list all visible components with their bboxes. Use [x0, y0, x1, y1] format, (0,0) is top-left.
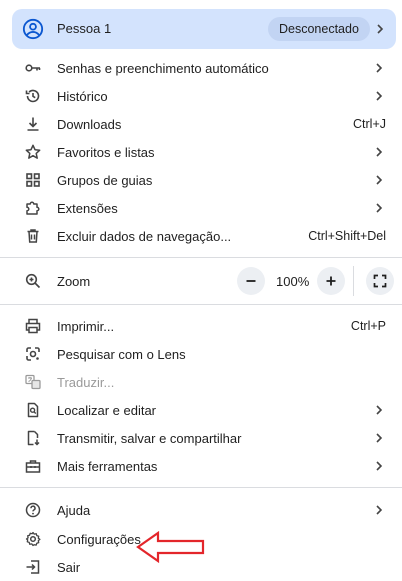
- menu-item-label: Downloads: [57, 117, 122, 132]
- shortcut-label: Ctrl+P: [350, 319, 386, 333]
- profile-name: Pessoa 1: [57, 21, 112, 36]
- account-circle-icon: [22, 18, 44, 40]
- menu-item-label: Localizar e editar: [57, 403, 156, 418]
- lens-icon: [26, 347, 40, 361]
- chevron-right-icon: [377, 24, 384, 34]
- chevron-right-icon: [376, 175, 383, 185]
- divider: [0, 487, 402, 488]
- chevron-right-icon: [376, 405, 383, 415]
- zoom-out-button[interactable]: [237, 267, 265, 295]
- menu-item-label: Mais ferramentas: [57, 459, 158, 474]
- annotation-arrow-icon: [136, 530, 205, 564]
- gear-icon: [25, 531, 41, 547]
- printer-icon: [25, 318, 41, 334]
- chevron-right-icon: [376, 203, 383, 213]
- translate-icon: [25, 374, 41, 390]
- puzzle-piece-icon: [26, 201, 40, 215]
- menu-item-history[interactable]: Histórico: [0, 82, 402, 110]
- menu-item-passwords[interactable]: Senhas e preenchimento automático: [0, 54, 402, 82]
- fullscreen-button[interactable]: [366, 267, 394, 295]
- chevron-right-icon: [376, 147, 383, 157]
- menu-item-clear-browsing-data[interactable]: Excluir dados de navegação... Ctrl+Shift…: [0, 222, 402, 250]
- menu-item-label: Imprimir...: [57, 319, 115, 334]
- menu-item-label: Histórico: [57, 89, 108, 104]
- menu-item-label: Ajuda: [57, 503, 91, 518]
- chevron-right-icon: [376, 505, 383, 515]
- star-icon: [25, 144, 41, 159]
- shortcut-label: Ctrl+J: [353, 117, 386, 131]
- key-icon: [25, 64, 41, 72]
- menu-item-extensions[interactable]: Extensões: [0, 194, 402, 222]
- zoom-icon: [25, 273, 41, 289]
- menu-item-find-and-edit[interactable]: Localizar e editar: [0, 396, 402, 424]
- menu-item-tab-groups[interactable]: Grupos de guias: [0, 166, 402, 194]
- menu-item-google-lens[interactable]: Pesquisar com o Lens: [0, 340, 402, 368]
- find-in-page-icon: [27, 402, 39, 418]
- plus-icon: [326, 276, 336, 286]
- menu-item-label: Grupos de guias: [57, 173, 153, 188]
- menu-item-label: Excluir dados de navegação...: [57, 229, 232, 244]
- divider: [0, 257, 402, 258]
- chevron-right-icon: [376, 91, 383, 101]
- chrome-main-menu: Pessoa 1 Desconectado Senhas e preenchim…: [0, 0, 402, 575]
- zoom-label: Zoom: [57, 274, 91, 289]
- divider: [353, 266, 354, 296]
- menu-item-label: Favoritos e listas: [57, 145, 155, 160]
- menu-item-cast-save-share[interactable]: Transmitir, salvar e compartilhar: [0, 424, 402, 452]
- divider: [0, 304, 402, 305]
- chevron-right-icon: [376, 461, 383, 471]
- chevron-right-icon: [376, 63, 383, 73]
- menu-item-more-tools[interactable]: Mais ferramentas: [0, 452, 402, 480]
- grid-icon: [26, 173, 40, 187]
- file-download-icon: [27, 430, 40, 446]
- menu-item-help[interactable]: Ajuda: [0, 496, 402, 524]
- chevron-right-icon: [376, 433, 383, 443]
- download-icon: [27, 117, 39, 131]
- minus-icon: [246, 280, 256, 282]
- menu-item-label: Traduzir...: [57, 375, 115, 390]
- menu-item-label: Configurações: [57, 532, 141, 547]
- menu-item-downloads[interactable]: Downloads Ctrl+J: [0, 110, 402, 138]
- sync-status-badge[interactable]: Desconectado: [268, 17, 370, 41]
- menu-item-translate: Traduzir...: [0, 368, 402, 396]
- zoom-row: Zoom 100%: [0, 264, 402, 298]
- history-icon: [25, 89, 40, 103]
- menu-item-label: Pesquisar com o Lens: [57, 347, 186, 362]
- trash-icon: [27, 229, 39, 243]
- zoom-value: 100%: [276, 274, 310, 289]
- zoom-in-button[interactable]: [317, 267, 345, 295]
- menu-item-label: Senhas e preenchimento automático: [57, 61, 269, 76]
- exit-icon: [26, 560, 40, 574]
- help-icon: [25, 502, 41, 518]
- menu-item-label: Extensões: [57, 201, 118, 216]
- shortcut-label: Ctrl+Shift+Del: [308, 229, 386, 243]
- fullscreen-icon: [373, 274, 387, 288]
- menu-item-bookmarks[interactable]: Favoritos e listas: [0, 138, 402, 166]
- toolbox-icon: [25, 460, 41, 473]
- profile-row[interactable]: Pessoa 1 Desconectado: [12, 9, 396, 49]
- menu-item-label: Transmitir, salvar e compartilhar: [57, 431, 242, 446]
- menu-item-print[interactable]: Imprimir... Ctrl+P: [0, 312, 402, 340]
